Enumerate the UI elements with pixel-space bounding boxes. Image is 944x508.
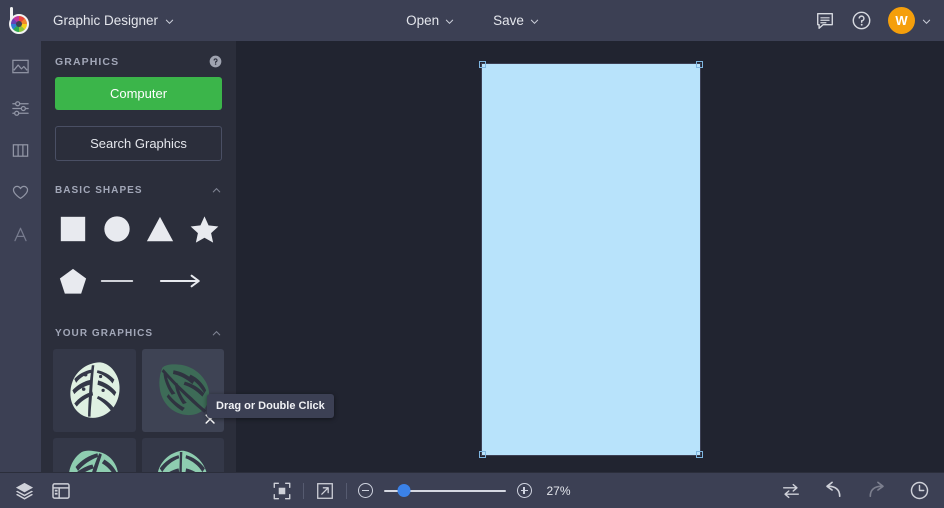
canvas-stage[interactable]	[236, 41, 944, 472]
your-graphics-title: YOUR GRAPHICS	[55, 328, 154, 339]
top-bar-actions: W	[815, 7, 944, 34]
help-icon[interactable]	[209, 55, 222, 68]
chevron-down-icon	[445, 17, 454, 25]
sidebar-item-layouts[interactable]	[6, 137, 36, 163]
bottom-left-tools	[14, 480, 71, 501]
basic-shapes-header[interactable]: BASIC SHAPES	[41, 179, 236, 206]
divider	[345, 482, 347, 499]
document-title-label: Graphic Designer	[53, 13, 159, 28]
monstera-leaf-icon	[70, 362, 120, 418]
redo-icon[interactable]	[866, 480, 887, 501]
star-shape[interactable]	[184, 206, 224, 252]
bottom-center-tools: 27%	[272, 481, 581, 501]
sidebar-item-image[interactable]	[6, 53, 36, 79]
square-shape[interactable]	[53, 206, 93, 252]
graphic-thumbnail-monstera-dark[interactable]	[141, 349, 224, 432]
text-icon	[14, 227, 27, 241]
app-root: Graphic Designer Open Save W GRAPHICS Co…	[0, 0, 944, 508]
history-clock-icon[interactable]	[909, 480, 930, 501]
top-bar: Graphic Designer Open Save W	[0, 0, 944, 41]
bottom-right-tools	[781, 480, 930, 501]
app-logo[interactable]	[0, 0, 41, 41]
help-icon[interactable]	[851, 10, 872, 31]
sidebar-item-adjust[interactable]	[6, 95, 36, 121]
save-menu-button[interactable]: Save	[482, 8, 549, 33]
sidebar-item-text[interactable]	[6, 221, 36, 247]
chevron-down-icon	[922, 17, 931, 25]
graphics-source-buttons: Computer Search Graphics	[41, 77, 236, 161]
canvas-handle-bl[interactable]	[479, 451, 486, 458]
graphics-panel-header: GRAPHICS	[41, 41, 236, 77]
canvas-handle-br[interactable]	[696, 451, 703, 458]
user-account-menu[interactable]: W	[888, 7, 931, 34]
chevron-up-icon[interactable]	[211, 185, 222, 196]
left-tool-rail	[0, 41, 41, 472]
heart-icon	[12, 185, 29, 199]
zoom-slider[interactable]	[383, 484, 506, 498]
minus-bar	[361, 489, 369, 492]
chat-icon[interactable]	[815, 11, 835, 31]
triangle-shape[interactable]	[141, 206, 181, 252]
template-layout-icon[interactable]	[51, 481, 71, 501]
chevron-down-icon	[530, 17, 539, 25]
your-graphics-header[interactable]: YOUR GRAPHICS	[41, 322, 236, 349]
open-menu-button[interactable]: Open	[395, 8, 464, 33]
page-title: GRAPHICS	[55, 55, 120, 68]
graphic-thumbnail-monstera-mint-b[interactable]	[141, 437, 224, 472]
image-icon	[12, 59, 29, 73]
divider	[302, 482, 304, 499]
graphic-thumbnail-monstera-light[interactable]	[53, 349, 136, 432]
adjust-sliders-icon	[12, 100, 29, 116]
sidebar-item-favorites[interactable]	[6, 179, 36, 205]
columns-layout-icon	[12, 143, 29, 157]
save-menu-label: Save	[493, 13, 524, 28]
compare-swap-icon[interactable]	[781, 481, 801, 501]
monstera-leaf-icon	[158, 451, 207, 472]
monstera-leaf-icon	[69, 450, 118, 472]
open-menu-label: Open	[406, 13, 440, 28]
logo-wheel	[9, 14, 29, 34]
line-shape[interactable]	[97, 258, 137, 304]
computer-button[interactable]: Computer	[55, 77, 222, 110]
tooltip: Drag or Double Click	[207, 394, 334, 418]
search-graphics-button[interactable]: Search Graphics	[55, 126, 222, 161]
avatar: W	[888, 7, 915, 34]
arrow-shape[interactable]	[141, 258, 225, 304]
graphic-thumbnail-monstera-mint-a[interactable]	[53, 437, 136, 472]
pentagon-shape[interactable]	[53, 258, 93, 304]
basic-shapes-section: BASIC SHAPES	[41, 179, 236, 304]
canvas-handle-tl[interactable]	[479, 61, 486, 68]
bottom-toolbar: 27%	[0, 472, 944, 508]
circle-shape[interactable]	[97, 206, 137, 252]
chevron-up-icon[interactable]	[211, 328, 222, 339]
plus-bar-v	[523, 487, 525, 494]
chevron-down-icon	[165, 17, 174, 25]
basic-shapes-grid	[41, 206, 236, 304]
basic-shapes-title: BASIC SHAPES	[55, 185, 143, 196]
zoom-out-icon[interactable]	[357, 483, 373, 498]
canvas-document[interactable]	[479, 61, 703, 458]
zoom-slider-handle[interactable]	[397, 484, 411, 497]
zoom-in-icon[interactable]	[516, 483, 532, 498]
canvas-handle-tr[interactable]	[696, 61, 703, 68]
document-title-menu[interactable]: Graphic Designer	[43, 8, 183, 33]
expand-fullscreen-icon[interactable]	[315, 481, 335, 501]
color-wheel-logo-icon	[7, 7, 34, 34]
layers-icon[interactable]	[14, 480, 35, 501]
fit-to-screen-icon[interactable]	[272, 481, 292, 501]
undo-icon[interactable]	[823, 480, 844, 501]
main-body: GRAPHICS Computer Search Graphics BASIC …	[0, 41, 944, 472]
zoom-level-value: 27%	[546, 483, 571, 498]
